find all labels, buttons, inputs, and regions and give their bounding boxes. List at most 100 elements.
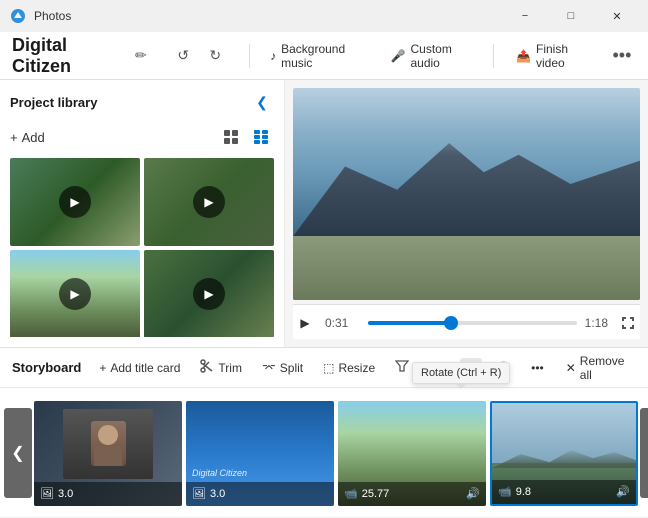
- finish-video-button[interactable]: 📤 Finish video: [506, 36, 600, 76]
- clip-duration: 25.77: [362, 488, 463, 500]
- clip-4-info: 📹 9.8 🔊: [492, 480, 636, 504]
- clip-2[interactable]: Digital Citizen 🖼 3.0: [186, 401, 334, 506]
- maximize-button[interactable]: □: [548, 0, 594, 32]
- music-icon: ♪: [270, 49, 276, 63]
- clip-1[interactable]: 🖼 3.0: [34, 401, 182, 506]
- undo-redo-group: ↺ ↻: [169, 42, 229, 70]
- tooltip-text: Rotate (Ctrl + R): [421, 367, 501, 379]
- playback-controls: ▶ 0:31 1:18: [293, 304, 640, 339]
- rotate-tooltip: Rotate (Ctrl + R): [412, 362, 510, 384]
- trim-label: Trim: [218, 361, 242, 375]
- play-overlay: ▶: [193, 186, 225, 218]
- fullscreen-button[interactable]: [616, 311, 640, 335]
- media-item[interactable]: ▶: [144, 250, 274, 337]
- resize-label: Resize: [338, 361, 375, 375]
- main-toolbar: Digital Citizen ✏ ↺ ↻ ♪ Background music…: [0, 32, 648, 80]
- storyboard-clips: ❮ 🖼 3.0 Digital Citi: [0, 388, 648, 518]
- minimize-button[interactable]: −: [502, 0, 548, 32]
- list-view-button[interactable]: [248, 124, 274, 150]
- add-icon: +: [10, 130, 18, 145]
- custom-audio-button[interactable]: 🎤 Custom audio: [383, 38, 482, 74]
- remove-all-label: Remove all: [580, 354, 636, 382]
- progress-thumb[interactable]: [444, 316, 458, 330]
- play-overlay: ▶: [59, 278, 91, 310]
- add-media-button[interactable]: + Add: [10, 130, 45, 145]
- clips-nav-right[interactable]: ❯: [640, 408, 648, 498]
- add-title-label: Add title card: [110, 361, 180, 375]
- clip-type-icon: 📹: [344, 487, 358, 500]
- edit-name-button[interactable]: ✏: [129, 42, 154, 70]
- media-item[interactable]: ▶: [144, 158, 274, 246]
- storyboard-section: Storyboard + Add title card Trim ⌤: [0, 347, 648, 517]
- background-music-label: Background music: [281, 42, 366, 70]
- preview-panel: ▶ 0:31 1:18: [285, 80, 648, 347]
- clip-type-icon: 🖼: [192, 487, 206, 500]
- collapse-panel-button[interactable]: ❮: [250, 90, 274, 114]
- media-item[interactable]: ▶: [10, 158, 140, 246]
- split-button[interactable]: ⌤ Split: [256, 358, 309, 378]
- media-grid: ▶ ▶ ▶ ▶: [10, 158, 274, 337]
- remove-all-button[interactable]: ✕ Remove all: [566, 354, 636, 382]
- app-icon: [8, 6, 28, 26]
- split-icon: ⌤: [262, 361, 276, 375]
- clip-duration: 9.8: [516, 486, 613, 498]
- titlebar: Photos − □ ✕: [0, 0, 648, 32]
- clip-3-info: 📹 25.77 🔊: [338, 482, 486, 506]
- undo-button[interactable]: ↺: [169, 42, 197, 70]
- clip-1-info: 🖼 3.0: [34, 482, 182, 506]
- remove-all-icon: ✕: [566, 361, 576, 375]
- storyboard-label: Storyboard: [12, 360, 81, 375]
- clip-duration: 3.0: [210, 488, 328, 500]
- main-content: Project library ❮ + Add: [0, 80, 648, 347]
- background-music-button[interactable]: ♪ Background music: [262, 38, 374, 74]
- toolbar-divider-1: [249, 44, 250, 68]
- progress-bar[interactable]: [368, 321, 577, 325]
- clip-2-info: 🖼 3.0: [186, 482, 334, 506]
- storyboard-more-icon: •••: [531, 361, 544, 375]
- play-button[interactable]: ▶: [293, 311, 317, 335]
- app-title: Photos: [34, 9, 502, 23]
- project-name: Digital Citizen: [12, 35, 117, 77]
- resize-button[interactable]: ⬚ Resize: [317, 358, 381, 378]
- add-title-card-button[interactable]: + Add title card: [93, 358, 186, 378]
- panel-title: Project library: [10, 95, 97, 110]
- trim-icon: [200, 359, 214, 376]
- video-preview: [293, 88, 640, 300]
- audio-icon: 🎤: [391, 49, 406, 63]
- resize-icon: ⬚: [323, 361, 334, 375]
- redo-button[interactable]: ↻: [201, 42, 229, 70]
- clips-nav-left[interactable]: ❮: [4, 408, 32, 498]
- clip-duration: 3.0: [58, 488, 176, 500]
- end-time: 1:18: [585, 316, 608, 330]
- play-overlay: ▶: [193, 278, 225, 310]
- media-item[interactable]: ▶: [10, 250, 140, 337]
- toolbar-divider-2: [493, 44, 494, 68]
- window-controls: − □ ✕: [502, 0, 640, 32]
- trim-button[interactable]: Trim: [194, 356, 248, 379]
- filters-icon: [395, 359, 409, 376]
- project-library-panel: Project library ❮ + Add: [0, 80, 285, 347]
- clip-2-watermark: Digital Citizen: [192, 468, 247, 478]
- finish-icon: 📤: [516, 49, 531, 63]
- audio-icon: 🔊: [466, 487, 480, 500]
- storyboard-more-button[interactable]: •••: [525, 358, 550, 378]
- storyboard-header: Storyboard + Add title card Trim ⌤: [0, 348, 648, 388]
- more-options-button[interactable]: •••: [608, 40, 636, 72]
- grid-view-button[interactable]: [218, 124, 244, 150]
- add-label: Add: [22, 130, 45, 145]
- clip-3[interactable]: 📹 25.77 🔊: [338, 401, 486, 506]
- audio-icon: 🔊: [616, 485, 630, 498]
- clip-1-content: [63, 409, 153, 479]
- panel-actions: + Add: [10, 124, 274, 150]
- app-window: Digital Citizen ✏ ↺ ↻ ♪ Background music…: [0, 32, 648, 517]
- custom-audio-label: Custom audio: [410, 42, 473, 70]
- view-toggle: [218, 124, 274, 150]
- add-title-icon: +: [99, 361, 106, 375]
- clip-4[interactable]: 📹 9.8 🔊: [490, 401, 638, 506]
- finish-video-label: Finish video: [536, 42, 590, 70]
- clip-type-icon: 📹: [498, 485, 512, 498]
- progress-fill: [368, 321, 451, 325]
- play-overlay: ▶: [59, 186, 91, 218]
- close-button[interactable]: ✕: [594, 0, 640, 32]
- current-time: 0:31: [325, 316, 360, 330]
